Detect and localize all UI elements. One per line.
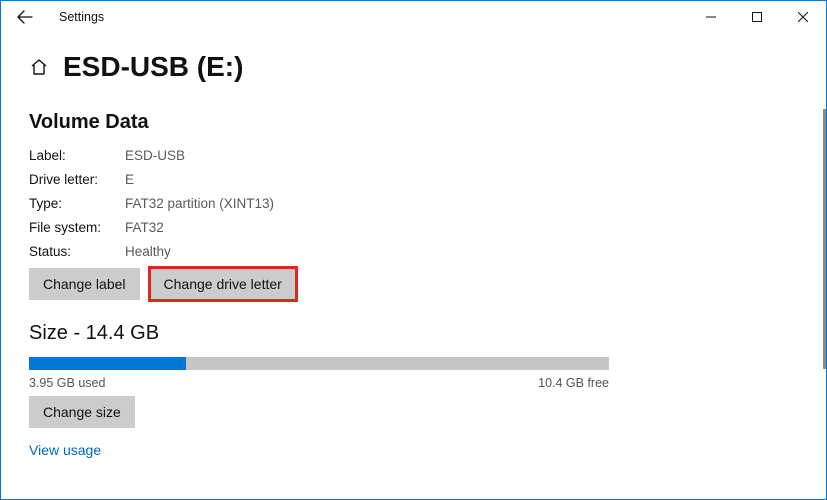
row-drive-letter: Drive letter: E xyxy=(29,172,798,187)
change-label-button[interactable]: Change label xyxy=(29,268,140,300)
change-size-button[interactable]: Change size xyxy=(29,396,135,428)
label-value: ESD-USB xyxy=(125,148,185,163)
type-value: FAT32 partition (XINT13) xyxy=(125,196,274,211)
status-key: Status: xyxy=(29,244,125,259)
size-button-row: Change size xyxy=(29,396,798,428)
label-key: Label: xyxy=(29,148,125,163)
window-controls xyxy=(688,1,826,33)
home-icon-svg xyxy=(29,57,49,77)
volume-button-row: Change label Change drive letter xyxy=(29,268,798,300)
size-bar xyxy=(29,357,609,370)
row-status: Status: Healthy xyxy=(29,244,798,259)
free-label: 10.4 GB free xyxy=(538,376,609,390)
view-usage-link[interactable]: View usage xyxy=(29,442,101,458)
volume-data-heading: Volume Data xyxy=(29,111,798,134)
page-title: ESD-USB (E:) xyxy=(63,51,243,83)
size-section: Size - 14.4 GB 3.95 GB used 10.4 GB free… xyxy=(29,322,798,460)
back-button[interactable] xyxy=(9,1,41,33)
drive-letter-value: E xyxy=(125,172,134,187)
row-label: Label: ESD-USB xyxy=(29,148,798,163)
type-key: Type: xyxy=(29,196,125,211)
drive-letter-key: Drive letter: xyxy=(29,172,125,187)
scrollbar[interactable] xyxy=(823,109,826,369)
close-button[interactable] xyxy=(780,1,826,33)
maximize-button[interactable] xyxy=(734,1,780,33)
filesystem-key: File system: xyxy=(29,220,125,235)
size-bar-labels: 3.95 GB used 10.4 GB free xyxy=(29,376,609,390)
maximize-icon xyxy=(752,12,762,22)
content-area: ESD-USB (E:) Volume Data Label: ESD-USB … xyxy=(1,33,826,499)
close-icon xyxy=(798,12,808,22)
window-title: Settings xyxy=(59,10,104,24)
minimize-button[interactable] xyxy=(688,1,734,33)
volume-data-grid: Label: ESD-USB Drive letter: E Type: FAT… xyxy=(29,148,798,259)
home-icon[interactable] xyxy=(29,57,49,77)
change-drive-letter-button[interactable]: Change drive letter xyxy=(150,268,296,300)
size-heading: Size - 14.4 GB xyxy=(29,322,798,345)
used-label: 3.95 GB used xyxy=(29,376,105,390)
status-value: Healthy xyxy=(125,244,171,259)
page-header: ESD-USB (E:) xyxy=(29,51,798,83)
arrow-left-icon xyxy=(17,9,33,25)
filesystem-value: FAT32 xyxy=(125,220,164,235)
minimize-icon xyxy=(706,12,716,22)
row-type: Type: FAT32 partition (XINT13) xyxy=(29,196,798,211)
size-bar-fill xyxy=(29,357,186,370)
row-filesystem: File system: FAT32 xyxy=(29,220,798,235)
